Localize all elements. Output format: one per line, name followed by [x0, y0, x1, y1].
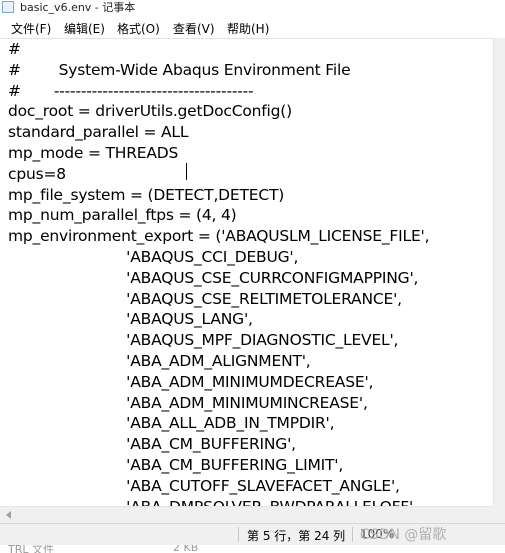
menu-edit[interactable]: 编辑(E) — [64, 20, 105, 37]
editor-line[interactable]: 'ABA_CM_BUFFERING_LIMIT', — [8, 455, 429, 476]
editor-line[interactable]: 'ABAQUS_CSE_RELTIMETOLERANCE', — [8, 289, 429, 310]
file-size-label: 2 KB — [173, 545, 199, 553]
editor-line[interactable]: # System-Wide Abaqus Environment File — [8, 60, 429, 81]
editor-line[interactable]: 'ABA_CM_BUFFERING', — [8, 434, 429, 455]
menu-format[interactable]: 格式(O) — [117, 20, 160, 37]
editor-line[interactable]: 'ABAQUS_CSE_CURRCONFIGMAPPING', — [8, 268, 429, 289]
editor-line[interactable]: mp_mode = THREADS — [8, 143, 429, 164]
editor-line[interactable]: mp_file_system = (DETECT,DETECT) — [8, 185, 429, 206]
menu-help[interactable]: 帮助(H) — [227, 20, 269, 37]
scroll-corner — [493, 506, 505, 523]
editor-line[interactable]: 'ABA_ADM_ALIGNMENT', — [8, 351, 429, 372]
text-editor[interactable]: # # System-Wide Abaqus Environment File # … — [0, 38, 493, 507]
editor-line[interactable]: mp_num_parallel_ftps = (4, 4) — [8, 205, 429, 226]
window-title: basic_v6.env - 记事本 — [20, 1, 136, 14]
editor-line[interactable]: 'ABAQUS_CCI_DEBUG', — [8, 247, 429, 268]
vertical-scrollbar[interactable] — [493, 38, 505, 506]
text-caret — [186, 163, 187, 180]
menu-file[interactable]: 文件(F) — [11, 20, 51, 37]
file-type-label: TRL 文件 — [8, 545, 54, 553]
menu-bar: 文件(F) 编辑(E) 格式(O) 查看(V) 帮助(H) — [0, 17, 505, 38]
editor-content[interactable]: # # System-Wide Abaqus Environment File # … — [8, 39, 430, 507]
title-bar: basic_v6.env - 记事本 — [0, 0, 505, 16]
editor-line[interactable]: 'ABA_ADM_MINIMUMDECREASE', — [8, 372, 429, 393]
editor-line[interactable]: 'ABA_CUTOFF_SLAVEFACET_ANGLE', — [8, 476, 429, 497]
editor-line[interactable]: 'ABAQUS_LANG', — [8, 309, 429, 330]
editor-line[interactable]: 'ABAQUS_MPF_DIAGNOSTIC_LEVEL', — [8, 330, 429, 351]
editor-line[interactable]: # ------------------------------------- — [8, 81, 429, 102]
editor-line[interactable]: doc_root = driverUtils.getDocConfig() — [8, 101, 429, 122]
menu-view[interactable]: 查看(V) — [173, 20, 215, 37]
editor-line[interactable]: standard_parallel = ALL — [8, 122, 429, 143]
editor-line[interactable]: # — [8, 39, 429, 60]
editor-line[interactable]: 'ABA_ALL_ADB_IN_TMPDIR', — [8, 413, 429, 434]
horizontal-scrollbar[interactable] — [0, 506, 493, 523]
cursor-position: 第 5 行，第 24 列 — [247, 529, 346, 543]
scroll-left-icon[interactable] — [6, 511, 11, 519]
status-separator — [238, 527, 239, 542]
editor-line[interactable]: mp_environment_export = ('ABAQUSLM_LICEN… — [8, 226, 430, 247]
watermark: CSDN @留歌 — [360, 527, 447, 543]
editor-line[interactable]: 'ABA_ADM_MINIMUMINCREASE', — [8, 393, 429, 414]
status-separator — [352, 527, 353, 542]
notepad-icon — [2, 1, 14, 13]
background-file-list: TRL 文件 2 KB — [0, 545, 505, 553]
editor-line[interactable]: cpus=8 — [8, 164, 429, 185]
